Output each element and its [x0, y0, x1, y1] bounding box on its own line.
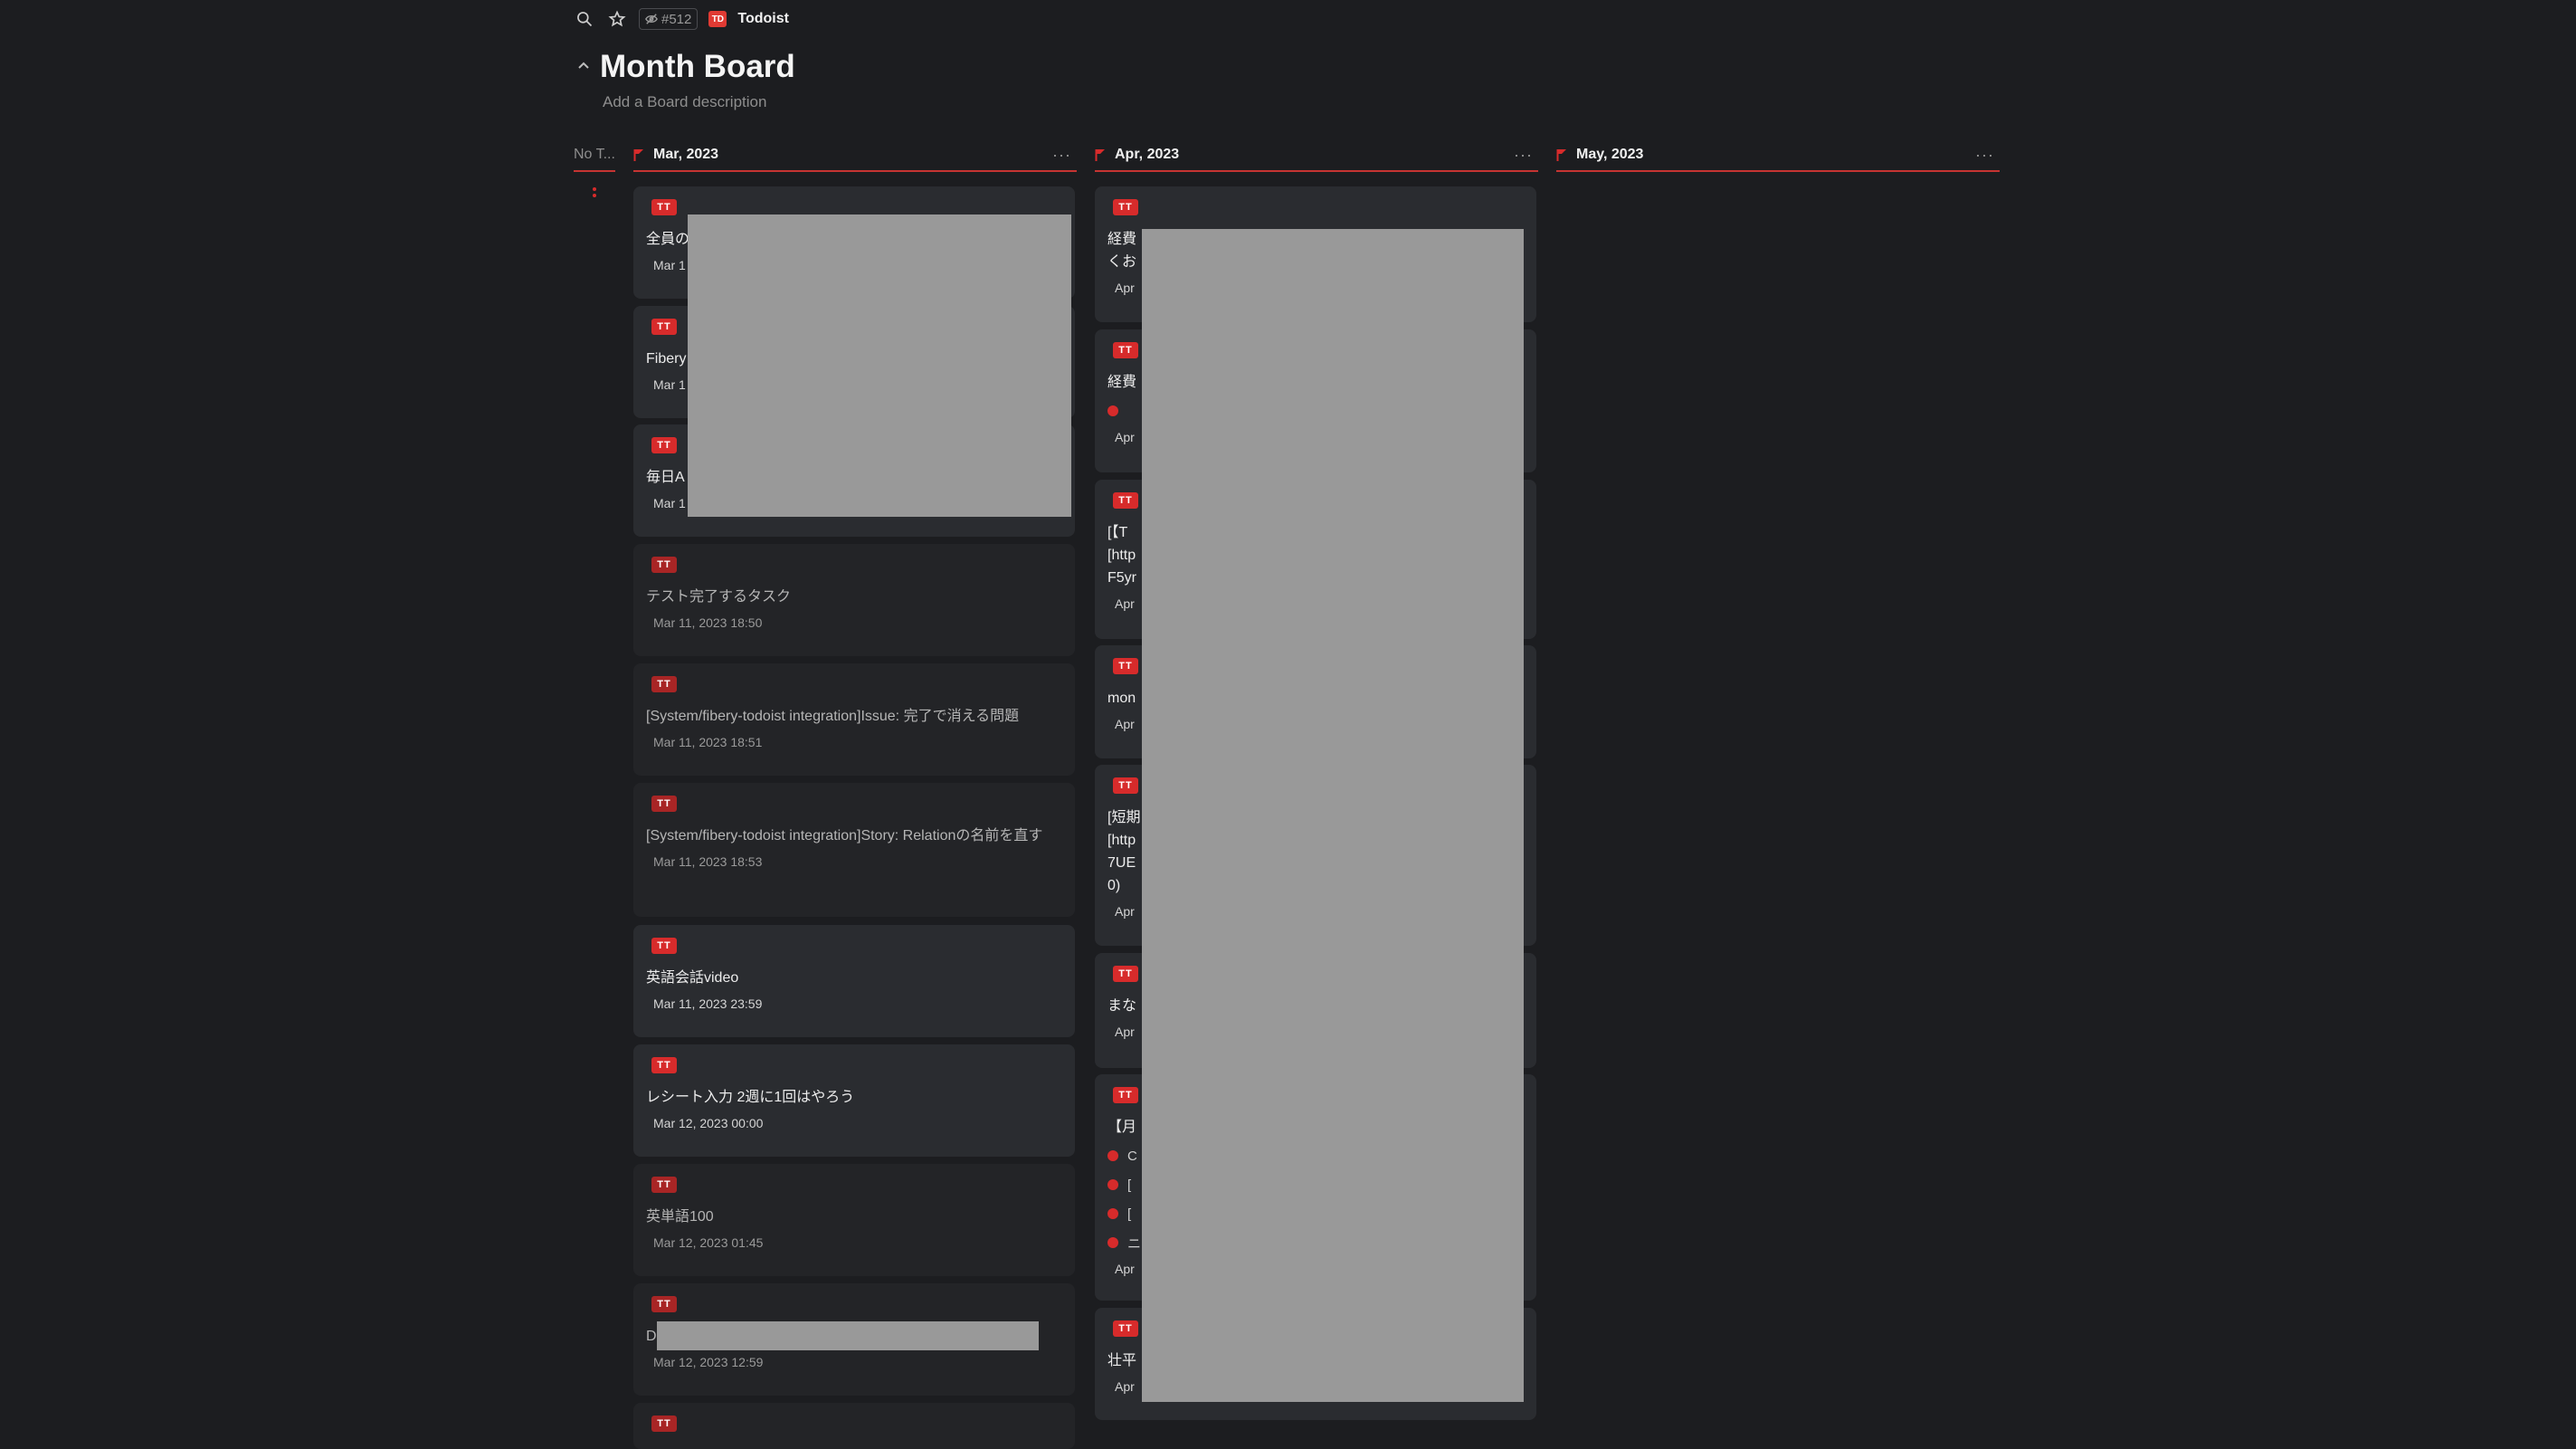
todoist-tag: TT [1113, 199, 1138, 215]
todoist-tag: TT [1113, 777, 1138, 794]
redacted-region [688, 214, 1071, 517]
column-header-apr[interactable]: Apr, 2023 ··· [1095, 139, 1538, 172]
todoist-tag: TT [1113, 658, 1138, 674]
card-title: 英単語100 [646, 1209, 714, 1225]
priority-dot-icon [1107, 405, 1118, 416]
card-title: レシート入力 2週に1回はやろう [646, 1090, 855, 1105]
board-header: Month Board [576, 49, 795, 85]
column-title: Apr, 2023 [1115, 147, 1180, 162]
todoist-logo: TD [708, 11, 727, 27]
todoist-tag: TT [651, 1296, 677, 1312]
todoist-tag: TT [1113, 1320, 1138, 1337]
priority-dot-icon [1107, 1150, 1118, 1161]
chevron-up-icon[interactable] [576, 58, 591, 77]
todoist-tag: TT [651, 437, 677, 453]
card[interactable]: TT テスト完了するタスク Mar 11, 2023 18:50 [633, 544, 1075, 656]
kebab-icon[interactable] [592, 186, 597, 205]
search-icon[interactable] [574, 8, 595, 30]
card-title: [System/fibery-todoist integration]Issue… [646, 709, 1020, 724]
priority-dot-icon [1107, 1237, 1118, 1248]
issue-id-text: #512 [661, 11, 692, 27]
column-header-may[interactable]: May, 2023 ··· [1556, 139, 2000, 172]
card-title: テスト完了するタスク [646, 589, 792, 605]
column-header-no-tag[interactable]: No T... [574, 139, 615, 172]
flag-icon [1095, 148, 1106, 161]
todoist-tag: TT [651, 199, 677, 215]
card-date: Mar 11, 2023 23:59 [653, 996, 763, 1011]
card-date: Mar 12, 2023 01:45 [653, 1235, 764, 1250]
eye-off-icon [645, 14, 658, 24]
card[interactable]: TT レシート入力 2週に1回はやろう Mar 12, 2023 00:00 [633, 1044, 1075, 1157]
sub-task-label: C [1127, 1148, 1137, 1164]
todoist-tag: TT [651, 1177, 677, 1193]
card-title: [System/fibery-todoist integration]Story… [646, 828, 1043, 844]
card-title: 英語会話video [646, 970, 739, 986]
card[interactable]: TT 英語会話video Mar 11, 2023 23:59 [633, 925, 1075, 1037]
todoist-tag: TT [1113, 1087, 1138, 1103]
column-title: Mar, 2023 [653, 147, 719, 162]
card[interactable]: TT 英単語100 Mar 12, 2023 01:45 [633, 1164, 1075, 1276]
star-icon[interactable] [606, 8, 628, 30]
todoist-tag: TT [1113, 342, 1138, 358]
issue-id-badge[interactable]: #512 [639, 8, 699, 30]
flag-icon [1556, 148, 1567, 161]
redacted-region [1142, 229, 1524, 1402]
page-title[interactable]: Month Board [600, 49, 795, 85]
more-icon[interactable]: ··· [1052, 146, 1077, 165]
card[interactable]: TT [633, 1403, 1075, 1449]
app-name[interactable]: Todoist [737, 11, 789, 27]
card-date: Mar 12, 2023 00:00 [653, 1116, 764, 1130]
sub-task-label: [ [1127, 1206, 1132, 1222]
todoist-tag: TT [651, 938, 677, 954]
card[interactable]: TT [System/fibery-todoist integration]Is… [633, 663, 1075, 776]
priority-dot-icon [1107, 1208, 1118, 1219]
redacted-region [657, 1321, 1039, 1350]
todoist-tag: TT [651, 676, 677, 692]
priority-dot-icon [1107, 1179, 1118, 1190]
todoist-tag: TT [1113, 492, 1138, 509]
more-icon[interactable]: ··· [1514, 146, 1538, 165]
todoist-tag: TT [1113, 966, 1138, 982]
sub-task-label: ニ [1127, 1235, 1142, 1252]
more-icon[interactable]: ··· [1975, 146, 2000, 165]
card-date: Mar 11, 2023 18:50 [653, 615, 763, 630]
top-bar: #512 TD Todoist [574, 7, 789, 31]
sub-task-label: [ [1127, 1177, 1132, 1193]
card-date: Mar 11, 2023 18:53 [653, 854, 763, 869]
column-title: May, 2023 [1576, 147, 1644, 162]
card[interactable]: TT [System/fibery-todoist integration]St… [633, 783, 1075, 917]
card-date: Mar 11, 2023 18:51 [653, 735, 763, 749]
todoist-tag: TT [651, 1057, 677, 1073]
todoist-tag: TT [651, 557, 677, 573]
column-header-mar[interactable]: Mar, 2023 ··· [633, 139, 1077, 172]
todoist-tag: TT [651, 1416, 677, 1432]
board-description-input[interactable]: Add a Board description [603, 93, 766, 111]
card-date: Mar 12, 2023 12:59 [653, 1355, 764, 1369]
todoist-tag: TT [651, 796, 677, 812]
todoist-tag: TT [651, 319, 677, 335]
flag-icon [633, 148, 644, 161]
